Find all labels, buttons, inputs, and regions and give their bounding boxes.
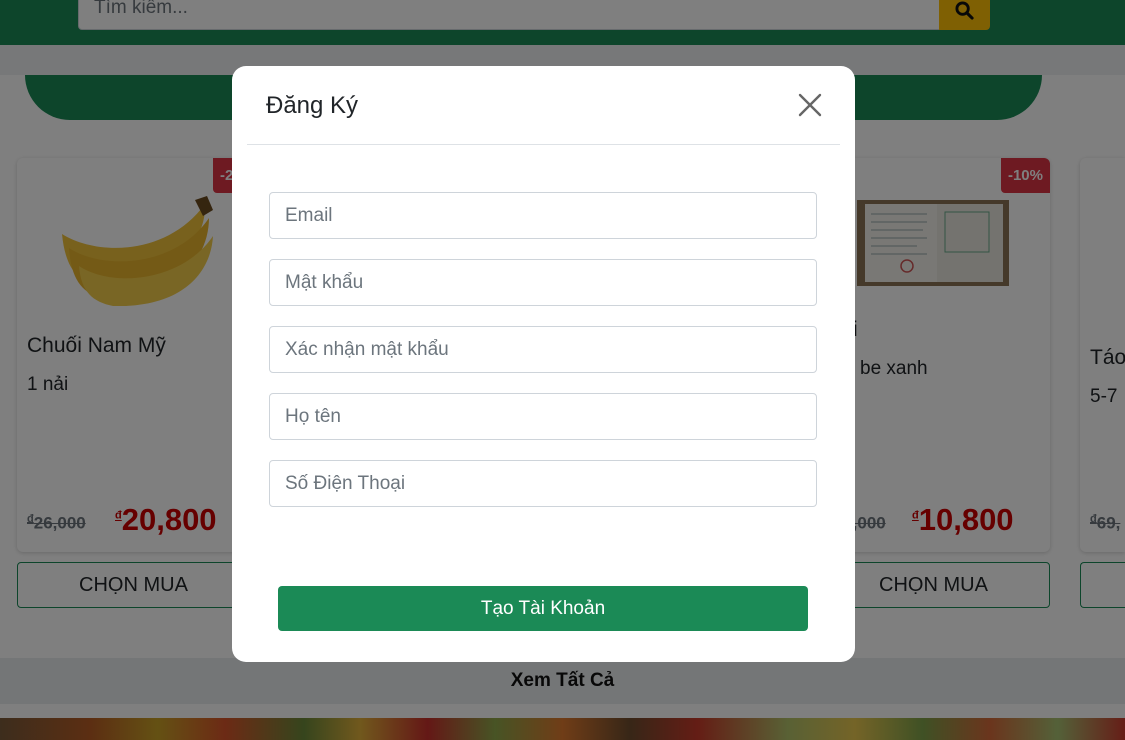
modal-title: Đăng Ký — [266, 92, 359, 119]
full-name-field[interactable] — [269, 393, 817, 440]
email-field[interactable] — [269, 192, 817, 239]
close-icon — [798, 93, 822, 117]
phone-field[interactable] — [269, 460, 817, 507]
modal-header: Đăng Ký — [247, 66, 840, 145]
create-account-button[interactable]: Tạo Tài Khoản — [278, 586, 808, 631]
password-field[interactable] — [269, 259, 817, 306]
confirm-password-field[interactable] — [269, 326, 817, 373]
register-modal: Đăng Ký Tạo Tài Khoản — [232, 66, 855, 662]
close-button[interactable] — [795, 90, 825, 120]
